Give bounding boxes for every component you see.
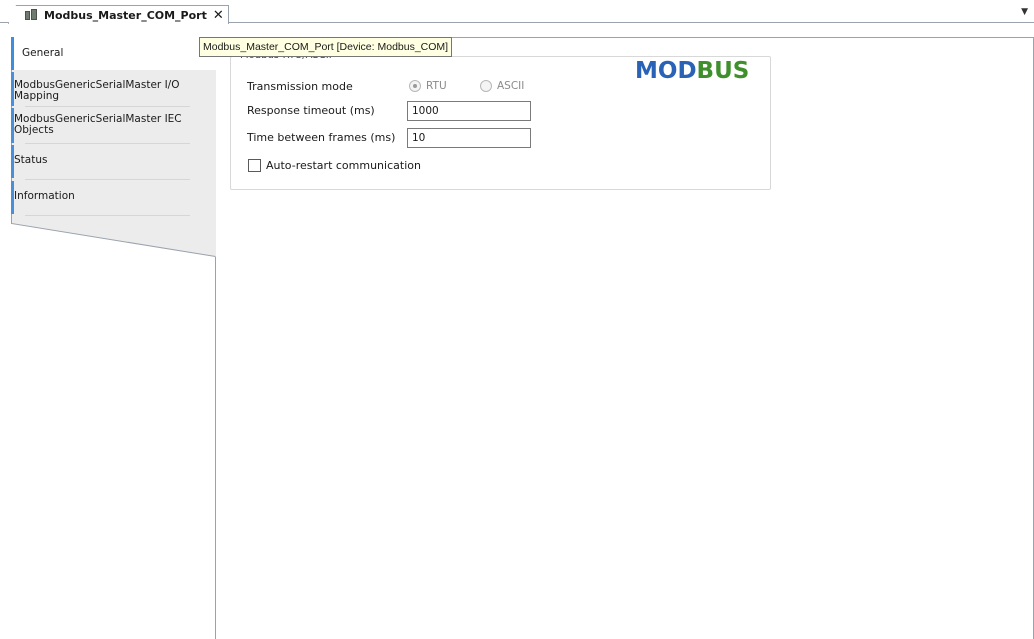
radio-circle (480, 80, 492, 92)
auto-restart-label: Auto-restart communication (266, 159, 421, 172)
time-between-frames-input[interactable]: 10 (407, 128, 531, 148)
sidebar-item-information[interactable]: Information (14, 191, 190, 202)
sidebar-separator (25, 143, 190, 144)
sidebar-item-label: ModbusGenericSerialMaster I/O Mapping (14, 79, 180, 102)
sidebar-tabs-background (11, 37, 216, 257)
tab-title: Modbus_Master_COM_Port (44, 8, 207, 22)
radio-circle-selected (409, 80, 421, 92)
radio-ascii[interactable]: ASCII (480, 80, 524, 92)
radio-label-ascii: ASCII (497, 80, 525, 92)
close-icon[interactable]: ✕ (213, 9, 224, 22)
device-icon (25, 9, 38, 21)
auto-restart-checkbox[interactable] (248, 159, 261, 172)
tab-modbus-master-com-port[interactable]: Modbus_Master_COM_Port ✕ (8, 5, 229, 24)
chevron-down-icon[interactable]: ▼ (1021, 7, 1028, 17)
sidebar-separator (25, 106, 190, 107)
tab-tooltip: Modbus_Master_COM_Port [Device: Modbus_C… (199, 37, 453, 57)
tooltip-text: Modbus_Master_COM_Port [Device: Modbus_C… (203, 41, 449, 53)
sidebar-separator (25, 179, 190, 180)
sidebar-item-label: Status (14, 154, 48, 166)
sidebar-separator (25, 215, 190, 216)
response-timeout-input[interactable]: 1000 (407, 101, 531, 121)
modbus-logo: MODBUS (635, 58, 750, 84)
auto-restart-checkbox-row[interactable]: Auto-restart communication (248, 159, 421, 172)
sidebar-item-label: Information (14, 190, 75, 202)
response-timeout-label: Response timeout (ms) (247, 104, 375, 117)
radio-label-rtu: RTU (426, 80, 447, 92)
sidebar-item-label: General (22, 47, 64, 59)
sidebar-item-iec-objects[interactable]: ModbusGenericSerialMaster IEC Objects (14, 114, 190, 136)
document-tab-strip: Modbus_Master_COM_Port ✕ ▼ (0, 0, 1034, 24)
sidebar-item-status[interactable]: Status (14, 155, 190, 166)
radio-rtu[interactable]: RTU (409, 80, 447, 92)
sidebar-item-label: ModbusGenericSerialMaster IEC Objects (14, 113, 182, 136)
sidebar-item-general[interactable]: General (11, 37, 217, 70)
time-between-frames-label: Time between frames (ms) (247, 131, 396, 144)
sidebar-item-io-mapping[interactable]: ModbusGenericSerialMaster I/O Mapping (14, 80, 190, 102)
transmission-mode-label: Transmission mode (247, 80, 353, 93)
